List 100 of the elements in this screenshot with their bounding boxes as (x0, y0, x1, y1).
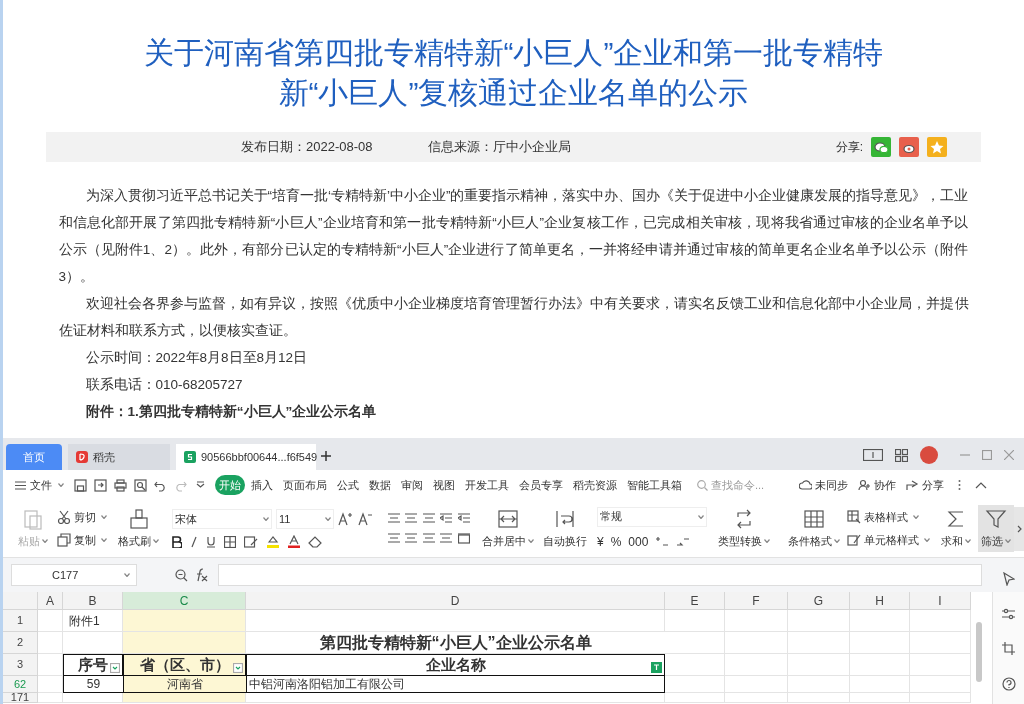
publish-date: 发布日期：2022-08-08 (241, 138, 373, 157)
column-header[interactable]: I (910, 592, 971, 610)
scrollbar-thumb[interactable] (976, 622, 982, 682)
column-header[interactable]: G (788, 592, 850, 610)
menu-tab[interactable]: 审阅 (397, 475, 427, 495)
function-icon (194, 568, 208, 582)
wrap-text-button[interactable]: 自动换行 (543, 507, 587, 550)
article-title: 关于河南省第四批专精特新“小巨人”企业和第一批专精特新“小巨人”复核通过企业名单的公示 (142, 35, 885, 111)
menu-tab[interactable]: 视图 (429, 475, 459, 495)
collaborate-button[interactable]: 协作 (858, 476, 896, 494)
preview-icon (134, 478, 147, 492)
caret-icon (101, 515, 107, 520)
tab[interactable]: 稻壳 (68, 444, 170, 470)
column-header[interactable]: A (38, 592, 63, 610)
font-size-field[interactable]: 11 (276, 509, 334, 529)
format-painter-button[interactable]: 格式刷 (115, 507, 162, 550)
caret-icon (42, 539, 48, 543)
type-convert-button[interactable]: 类型转换 (715, 507, 773, 550)
column-header[interactable]: C (123, 592, 246, 610)
number-format-button[interactable]: % (610, 532, 622, 551)
paragraph: 公示时间：2022年8月8日至8月12日 (84, 349, 309, 367)
empty-cell (788, 610, 850, 632)
caret-icon (924, 537, 930, 542)
column-heading: 序号 (63, 654, 123, 676)
menu-tab[interactable]: 页面布局 (279, 475, 331, 495)
menu-tab[interactable]: 开发工具 (461, 475, 513, 495)
menu-icon (15, 480, 26, 490)
align-icon (422, 533, 435, 544)
search-icon (697, 479, 708, 491)
sync-button[interactable]: 未同步 (799, 476, 848, 494)
layout-icon (863, 449, 883, 461)
font-name-field[interactable]: 宋体 (172, 509, 272, 529)
caret-icon (698, 514, 704, 519)
caret-icon (263, 517, 269, 521)
row-header[interactable]: 2 (3, 632, 38, 654)
italic-icon (190, 535, 198, 548)
sliders-icon (1002, 608, 1015, 620)
empty-cell (788, 654, 850, 676)
empty-cell (665, 676, 725, 693)
font-color-icon (288, 535, 300, 548)
row-header[interactable]: 171 (3, 693, 38, 703)
menu-tab[interactable]: 公式 (333, 475, 363, 495)
sum-button[interactable]: 求和 (938, 507, 974, 550)
filter-dropdown-icon[interactable] (110, 663, 120, 673)
menu-tab[interactable]: 智能工具箱 (623, 475, 686, 495)
empty-cell (665, 632, 725, 654)
column-header[interactable]: F (725, 592, 788, 610)
search-field[interactable]: 查找命令... (697, 476, 787, 494)
column-heading: 企业名称 (246, 654, 665, 676)
save-icon (74, 478, 87, 492)
tab[interactable]: 90566bbf00644...f6f549 (176, 444, 316, 470)
menu-tab[interactable]: 数据 (365, 475, 395, 495)
empty-cell (788, 693, 850, 703)
column-header[interactable]: D (246, 592, 665, 610)
maximize-icon (982, 450, 992, 460)
empty-cell (665, 654, 725, 676)
bold-icon (172, 535, 182, 548)
empty-cell (725, 610, 788, 632)
table-icon (803, 507, 825, 530)
filter-button[interactable]: 筛选 (978, 504, 1014, 553)
row-header[interactable]: 1 (3, 610, 38, 632)
row-header[interactable]: 3 (3, 654, 38, 676)
empty-cell (850, 693, 910, 703)
menu-tab[interactable]: 稻壳资源 (569, 475, 621, 495)
table-style-button[interactable]: 表格样式 (847, 509, 930, 526)
cut-button[interactable]: 剪切 (57, 509, 107, 526)
menu-tab[interactable]: 插入 (247, 475, 277, 495)
filter-active-icon[interactable] (651, 662, 662, 673)
name-box[interactable]: C177 (11, 564, 137, 586)
zoom-icon (175, 568, 188, 582)
number-format-button[interactable]: ¥ (597, 532, 604, 551)
align-icon (405, 533, 418, 544)
corner-cell[interactable] (3, 592, 38, 610)
column-header[interactable]: B (63, 592, 123, 610)
brush-icon (127, 507, 150, 530)
merge-button[interactable]: 合并居中 (479, 507, 537, 550)
conditional-format-button[interactable]: 条件格式 (785, 507, 843, 550)
align-icon (388, 533, 400, 544)
align-icon (457, 513, 470, 524)
empty-cell (725, 693, 788, 703)
plus-icon (320, 450, 332, 462)
filter-dropdown-icon[interactable] (233, 663, 243, 673)
clipboard-icon (22, 507, 44, 530)
empty-cell (850, 676, 910, 693)
share-button[interactable]: 分享 (906, 476, 944, 494)
copy-button[interactable]: 复制 (57, 531, 107, 548)
align-icon (457, 533, 470, 544)
cell-style-button[interactable]: 单元格样式 (847, 531, 930, 548)
crop-icon (1002, 642, 1015, 655)
column-header[interactable]: H (850, 592, 910, 610)
align-icon (405, 513, 418, 524)
underline-icon (206, 535, 216, 548)
formula-field[interactable] (218, 564, 982, 586)
column-header[interactable]: E (665, 592, 725, 610)
file-menu[interactable]: 文件 (15, 476, 64, 494)
caret-icon (1005, 539, 1011, 543)
menu-tab[interactable]: 会员专享 (515, 475, 567, 495)
number-format-field[interactable]: 常规 (597, 506, 707, 527)
number-format-button[interactable]: 000 (628, 532, 649, 551)
paragraph: 欢迎社会各界参与监督，如有异议，按照《优质中小企业梯度培育管理暂行办法》中有关要求，请实名反馈工业和信息化部中小企业局，并提供佐证材料和联系方式，以便核实查证。 (58, 295, 969, 340)
